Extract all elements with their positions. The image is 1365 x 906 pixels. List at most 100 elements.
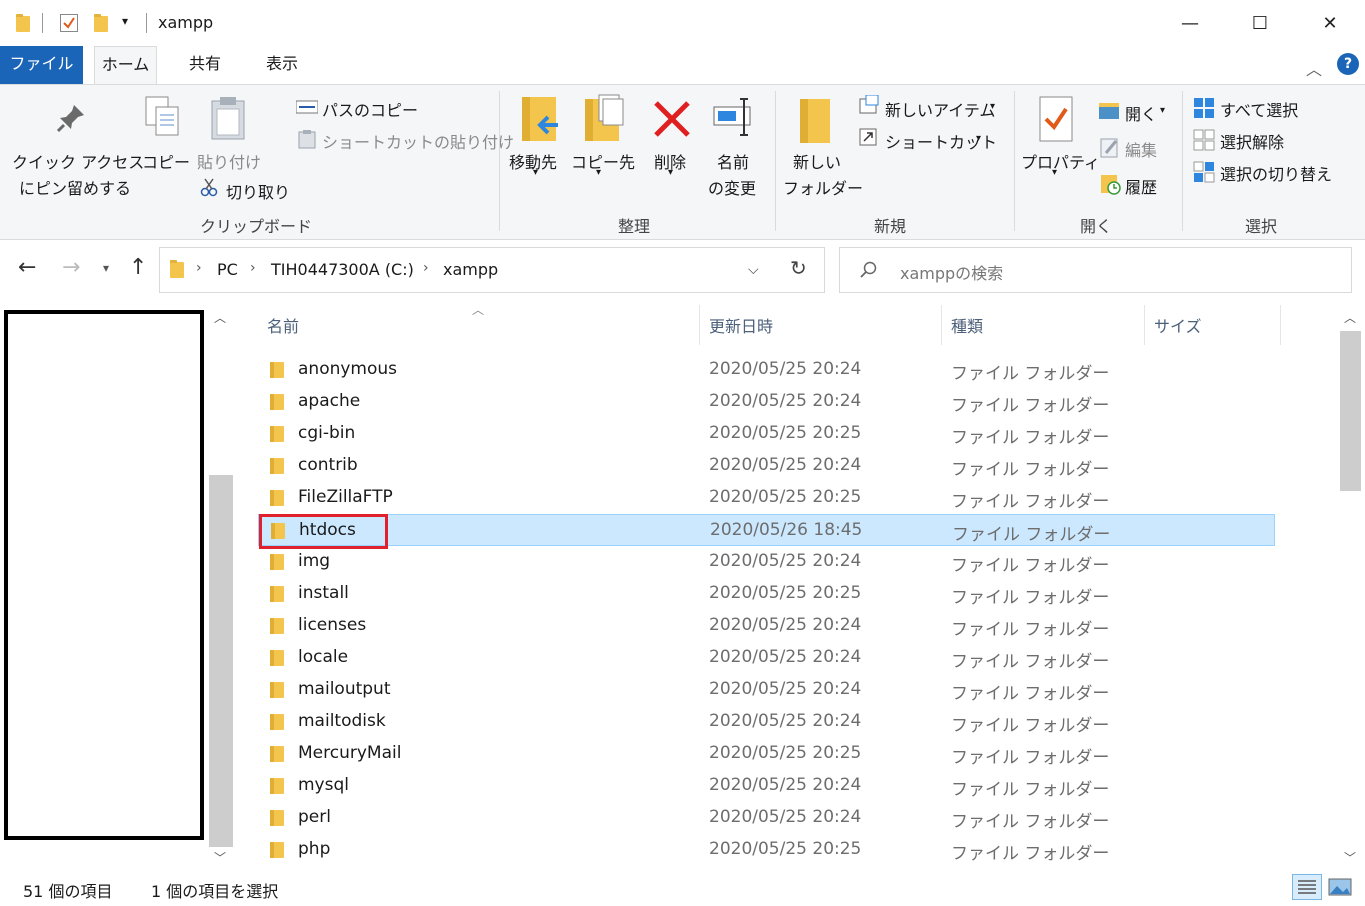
paste-shortcut-button[interactable]: ショートカットの貼り付け xyxy=(322,129,514,153)
file-list[interactable]: ︿ 名前 更新日時 種類 サイズ anonymous 2020/05/25 20:… xyxy=(236,303,1336,870)
highlight-annotation xyxy=(259,514,388,549)
rename-button[interactable]: 名前 xyxy=(717,149,749,173)
group-separator xyxy=(1182,91,1183,231)
details-view-button[interactable] xyxy=(1292,874,1322,900)
rename-label-2: の変更 xyxy=(708,179,757,198)
list-item[interactable]: php 2020/05/25 20:25 ファイル フォルダー xyxy=(258,834,1275,866)
close-button[interactable]: ✕ xyxy=(1295,0,1365,46)
tab-file[interactable]: ファイル xyxy=(0,46,83,84)
properties-button[interactable]: プロパティ xyxy=(1021,149,1100,173)
chevron-down-icon[interactable]: ⌵ xyxy=(748,262,759,278)
column-divider[interactable] xyxy=(1280,305,1281,345)
back-icon[interactable]: ← xyxy=(18,255,36,280)
collapse-ribbon-icon[interactable]: ︿ xyxy=(1306,56,1322,80)
file-name: perl xyxy=(298,807,331,827)
list-item[interactable]: locale 2020/05/25 20:24 ファイル フォルダー xyxy=(258,642,1275,674)
folder-icon xyxy=(270,394,284,410)
open-button[interactable]: 開く xyxy=(1125,101,1157,125)
folder-icon xyxy=(270,650,284,666)
column-header-type[interactable]: 種類 xyxy=(951,313,983,337)
vertical-scrollbar[interactable]: ︿ ﹀ xyxy=(1336,303,1365,870)
paste-button[interactable]: 貼り付け xyxy=(197,149,261,173)
folder-icon xyxy=(270,458,284,474)
new-folder-button[interactable]: 新しい xyxy=(793,149,841,173)
list-item[interactable]: mailtodisk 2020/05/25 20:24 ファイル フォルダー xyxy=(258,706,1275,738)
move-to-icon xyxy=(522,97,558,141)
chevron-right-icon[interactable]: › xyxy=(196,260,202,276)
list-item[interactable]: apache 2020/05/25 20:24 ファイル フォルダー xyxy=(258,386,1275,418)
maximize-button[interactable]: ☐ xyxy=(1225,0,1295,46)
refresh-icon[interactable]: ↻ xyxy=(790,256,807,280)
list-item[interactable]: cgi-bin 2020/05/25 20:25 ファイル フォルダー xyxy=(258,418,1275,450)
breadcrumb-xampp[interactable]: xampp xyxy=(443,260,498,279)
recent-locations-icon[interactable]: ▾ xyxy=(103,261,109,275)
list-item[interactable]: anonymous 2020/05/25 20:24 ファイル フォルダー xyxy=(258,354,1275,386)
tab-home[interactable]: ホーム xyxy=(94,46,157,85)
folder-icon xyxy=(270,490,284,506)
forward-icon[interactable]: → xyxy=(62,255,80,280)
pin-quick-access-button[interactable]: クイック アクセス xyxy=(12,149,144,173)
list-item[interactable]: mailoutput 2020/05/25 20:24 ファイル フォルダー xyxy=(258,674,1275,706)
folder-icon xyxy=(270,618,284,634)
list-item[interactable]: img 2020/05/25 20:24 ファイル フォルダー xyxy=(258,546,1275,578)
copy-path-button[interactable]: パスのコピー xyxy=(322,97,418,121)
large-icons-view-button[interactable] xyxy=(1327,876,1353,898)
tab-view[interactable]: 表示 xyxy=(252,46,312,84)
scroll-down-icon[interactable]: ﹀ xyxy=(214,849,226,866)
list-item[interactable]: htdocs 2020/05/26 18:45 ファイル フォルダー xyxy=(258,514,1275,546)
list-item[interactable]: contrib 2020/05/25 20:24 ファイル フォルダー xyxy=(258,450,1275,482)
search-input[interactable]: xamppの検索 xyxy=(839,247,1352,293)
edit-icon xyxy=(1100,138,1118,158)
breadcrumb-drive[interactable]: TIH0447300A (C:) xyxy=(271,260,414,279)
copy-to-dropdown-icon: ▾ xyxy=(596,167,602,178)
cut-button[interactable]: 切り取り xyxy=(226,179,290,203)
new-item-button[interactable]: 新しいアイテム xyxy=(885,97,995,121)
properties-quick-icon[interactable] xyxy=(60,14,78,32)
file-date: 2020/05/25 20:24 xyxy=(709,711,862,731)
navigation-scrollbar-thumb[interactable] xyxy=(209,475,233,847)
file-type: ファイル フォルダー xyxy=(951,652,1110,672)
file-date: 2020/05/25 20:24 xyxy=(709,679,862,699)
help-icon[interactable]: ? xyxy=(1337,53,1359,75)
column-divider[interactable] xyxy=(699,305,700,345)
select-all-icon xyxy=(1194,98,1214,118)
chevron-right-icon[interactable]: › xyxy=(250,260,256,276)
navigation-pane-redacted xyxy=(4,310,204,840)
select-none-button[interactable]: 選択解除 xyxy=(1220,129,1284,153)
address-bar[interactable]: › PC › TIH0447300A (C:) › xampp ⌵ xyxy=(159,247,825,293)
list-item[interactable]: MercuryMail 2020/05/25 20:25 ファイル フォルダー xyxy=(258,738,1275,770)
history-button[interactable]: 履歴 xyxy=(1125,174,1157,198)
up-icon[interactable]: ↑ xyxy=(129,255,147,280)
scroll-down-icon[interactable]: ﹀ xyxy=(1344,849,1356,866)
copy-button[interactable]: コピー xyxy=(142,149,190,173)
pin-icon xyxy=(56,105,84,133)
column-divider[interactable] xyxy=(1144,305,1145,345)
group-separator xyxy=(775,91,776,231)
minimize-button[interactable]: — xyxy=(1155,0,1225,46)
new-folder-quick-icon[interactable] xyxy=(94,14,108,32)
column-divider[interactable] xyxy=(941,305,942,345)
select-all-button[interactable]: すべて選択 xyxy=(1220,97,1298,121)
list-item[interactable]: FileZillaFTP 2020/05/25 20:25 ファイル フォルダー xyxy=(258,482,1275,514)
edit-button[interactable]: 編集 xyxy=(1125,137,1157,161)
column-header-date[interactable]: 更新日時 xyxy=(709,313,773,337)
group-separator xyxy=(1014,91,1015,231)
scroll-up-icon[interactable]: ︿ xyxy=(214,309,226,326)
customize-quick-access-icon[interactable]: ▾ xyxy=(122,14,128,28)
list-item[interactable]: licenses 2020/05/25 20:24 ファイル フォルダー xyxy=(258,610,1275,642)
chevron-right-icon[interactable]: › xyxy=(423,260,429,276)
file-type: ファイル フォルダー xyxy=(951,588,1110,608)
list-item[interactable]: mysql 2020/05/25 20:24 ファイル フォルダー xyxy=(258,770,1275,802)
file-name: locale xyxy=(298,647,349,667)
breadcrumb-pc[interactable]: PC xyxy=(217,260,238,279)
list-item[interactable]: install 2020/05/25 20:25 ファイル フォルダー xyxy=(258,578,1275,610)
column-header-name[interactable]: 名前 xyxy=(267,313,299,337)
column-header-size[interactable]: サイズ xyxy=(1154,313,1202,337)
scrollbar-thumb[interactable] xyxy=(1340,331,1361,491)
copy-to-button[interactable]: コピー先 xyxy=(571,149,635,173)
navigation-pane[interactable]: ︿ ﹀ xyxy=(0,303,236,870)
invert-selection-button[interactable]: 選択の切り替え xyxy=(1220,161,1332,185)
list-item[interactable]: perl 2020/05/25 20:24 ファイル フォルダー xyxy=(258,802,1275,834)
scroll-up-icon[interactable]: ︿ xyxy=(1344,309,1356,326)
tab-share[interactable]: 共有 xyxy=(176,46,234,84)
